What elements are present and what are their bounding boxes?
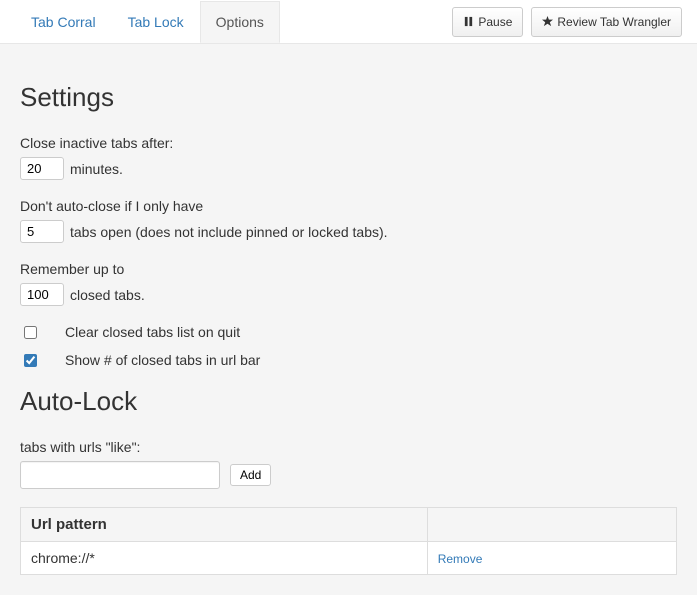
urls-like-label: tabs with urls "like": bbox=[20, 439, 677, 455]
star-icon bbox=[542, 16, 553, 27]
close-after-input[interactable] bbox=[20, 157, 64, 180]
url-pattern-action-header bbox=[427, 508, 676, 542]
tab-options[interactable]: Options bbox=[200, 1, 280, 43]
remember-suffix: closed tabs. bbox=[70, 287, 145, 303]
url-pattern-header: Url pattern bbox=[21, 508, 428, 542]
nav-right: Pause Review Tab Wrangler bbox=[452, 7, 682, 37]
close-after-label: Close inactive tabs after: bbox=[20, 135, 677, 151]
close-after-row: Close inactive tabs after: minutes. bbox=[20, 135, 677, 180]
remember-label: Remember up to bbox=[20, 261, 677, 277]
tab-corral[interactable]: Tab Corral bbox=[15, 1, 112, 43]
settings-heading: Settings bbox=[20, 82, 677, 113]
url-pattern-table: Url pattern chrome://* Remove bbox=[20, 507, 677, 575]
add-button[interactable]: Add bbox=[230, 464, 271, 486]
min-tabs-input[interactable] bbox=[20, 220, 64, 243]
clear-on-quit-checkbox[interactable] bbox=[24, 326, 37, 339]
tab-lock[interactable]: Tab Lock bbox=[112, 1, 200, 43]
clear-on-quit-row: Clear closed tabs list on quit bbox=[20, 324, 677, 340]
remember-input[interactable] bbox=[20, 283, 64, 306]
min-tabs-label: Don't auto-close if I only have bbox=[20, 198, 677, 214]
table-row: chrome://* Remove bbox=[21, 542, 677, 575]
min-tabs-suffix: tabs open (does not include pinned or lo… bbox=[70, 224, 388, 240]
autolock-heading: Auto-Lock bbox=[20, 386, 677, 417]
pause-icon bbox=[463, 16, 474, 27]
pause-button-label: Pause bbox=[478, 13, 512, 31]
show-count-row: Show # of closed tabs in url bar bbox=[20, 352, 677, 368]
review-button-label: Review Tab Wrangler bbox=[557, 13, 671, 31]
clear-on-quit-label: Clear closed tabs list on quit bbox=[65, 324, 240, 340]
pattern-cell: chrome://* bbox=[21, 542, 428, 575]
content: Settings Close inactive tabs after: minu… bbox=[0, 44, 697, 595]
remember-row: Remember up to closed tabs. bbox=[20, 261, 677, 306]
close-after-suffix: minutes. bbox=[70, 161, 123, 177]
review-button[interactable]: Review Tab Wrangler bbox=[531, 7, 682, 37]
pause-button[interactable]: Pause bbox=[452, 7, 523, 37]
show-count-label: Show # of closed tabs in url bar bbox=[65, 352, 260, 368]
url-pattern-input[interactable] bbox=[20, 461, 220, 489]
nav-tabs: Tab Corral Tab Lock Options bbox=[15, 1, 452, 42]
show-count-checkbox[interactable] bbox=[24, 354, 37, 367]
remove-link[interactable]: Remove bbox=[438, 552, 483, 566]
min-tabs-row: Don't auto-close if I only have tabs ope… bbox=[20, 198, 677, 243]
urls-like-row: tabs with urls "like": Add bbox=[20, 439, 677, 489]
top-navbar: Tab Corral Tab Lock Options Pause Review… bbox=[0, 0, 697, 44]
